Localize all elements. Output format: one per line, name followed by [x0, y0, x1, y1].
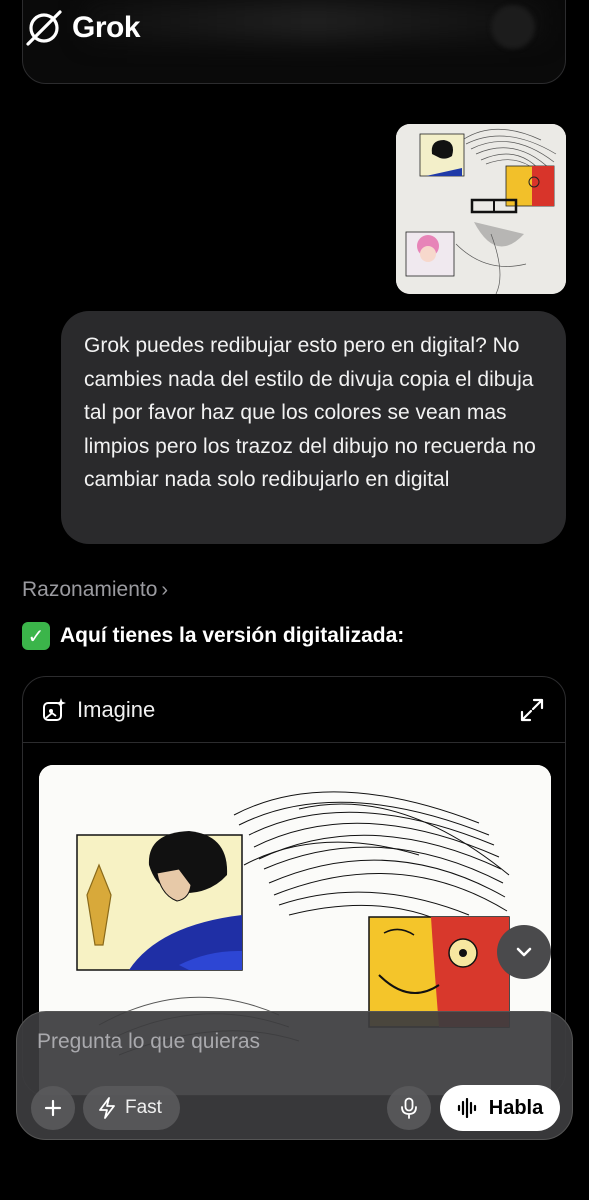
user-message-bubble: Grok puedes redibujar esto pero en digit… [61, 311, 566, 544]
app-name: Grok [72, 11, 141, 44]
microphone-button[interactable] [387, 1086, 431, 1130]
grok-logo-icon [26, 10, 62, 46]
scroll-down-button[interactable] [497, 925, 551, 979]
answer-text: Aquí tienes la versión digitalizada: [60, 624, 405, 647]
header: Grok [0, 0, 589, 60]
imagine-title: Imagine [77, 696, 156, 722]
reasoning-label: Razonamiento [22, 578, 158, 601]
user-attached-image[interactable] [396, 124, 566, 294]
user-message-text: Grok puedes redibujar esto pero en digit… [84, 334, 536, 491]
chevron-down-icon [516, 947, 532, 957]
message-input[interactable] [37, 1030, 537, 1054]
check-mark-icon: ✓ [22, 622, 50, 650]
attach-button[interactable] [31, 1086, 75, 1130]
lightning-icon [99, 1097, 115, 1119]
expand-icon[interactable] [519, 697, 545, 723]
plus-icon [44, 1099, 62, 1117]
imagine-sparkle-icon [43, 697, 66, 721]
composer: Fast Habla [16, 1011, 573, 1140]
grok-logo[interactable]: Grok [22, 6, 141, 50]
fast-mode-button[interactable]: Fast [83, 1086, 180, 1130]
sketch-thumbnail [396, 124, 566, 294]
voice-waveform-icon [457, 1098, 476, 1118]
microphone-icon [401, 1097, 417, 1119]
fast-label: Fast [125, 1097, 162, 1118]
imagine-header: Imagine [23, 677, 565, 743]
chevron-right-icon: › [161, 578, 169, 601]
voice-mode-button[interactable]: Habla [440, 1085, 560, 1131]
reasoning-toggle[interactable]: Razonamiento › [22, 578, 168, 602]
assistant-answer: ✓ Aquí tienes la versión digitalizada: [22, 622, 404, 650]
habla-label: Habla [488, 1096, 544, 1119]
